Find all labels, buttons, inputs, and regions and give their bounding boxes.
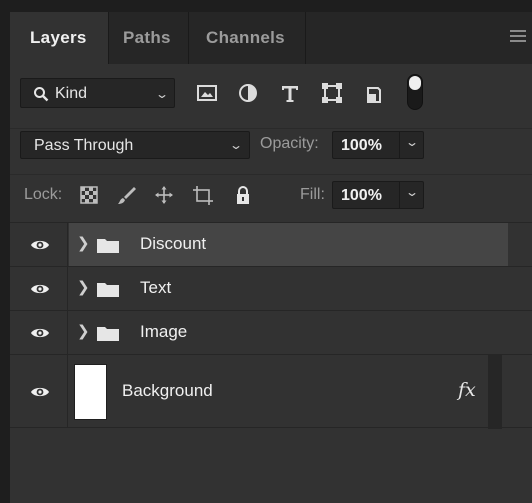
type-filter-icon[interactable] — [278, 82, 302, 104]
lock-image-pixels-icon[interactable] — [116, 185, 138, 205]
shape-filter-icon[interactable] — [320, 82, 344, 104]
tab-layers[interactable]: Layers — [10, 12, 108, 64]
image-filter-icon[interactable] — [195, 82, 219, 104]
layer-row-text[interactable]: ❯ Text — [10, 266, 532, 310]
panel-menu-icon[interactable] — [510, 30, 526, 44]
layers-panel: Layers Paths Channels Kind ⌄ Pass Throug… — [10, 12, 532, 503]
layer-name[interactable]: Text — [140, 278, 171, 298]
lock-all-icon[interactable] — [232, 185, 254, 205]
blend-mode-label: Pass Through — [34, 137, 134, 154]
opacity-value: 100% — [341, 137, 382, 154]
expand-caret-icon[interactable]: ❯ — [77, 234, 90, 252]
filter-toggle[interactable] — [407, 74, 423, 110]
expand-caret-icon[interactable]: ❯ — [77, 322, 90, 340]
layer-thumbnail[interactable] — [74, 364, 107, 420]
expand-caret-icon[interactable]: ❯ — [77, 278, 90, 296]
fill-label: Fill: — [300, 186, 325, 203]
opacity-dropdown[interactable]: ⌄ — [399, 132, 423, 158]
eye-icon[interactable] — [30, 282, 50, 296]
layer-effects-icon[interactable]: fx — [458, 379, 476, 401]
opacity-input[interactable]: 100% ⌄ — [332, 131, 424, 159]
layer-row-background[interactable]: Background fx ⌄ — [10, 354, 532, 429]
eye-icon[interactable] — [30, 238, 50, 252]
filter-kind-label: Kind — [55, 85, 88, 102]
lock-row: Lock: Fill: 100% ⌄ — [10, 174, 532, 214]
visibility-cell[interactable] — [10, 223, 68, 266]
eye-icon[interactable] — [30, 326, 50, 340]
filter-kind-select[interactable]: Kind ⌄ — [20, 78, 175, 108]
chevron-down-icon: ⌄ — [154, 87, 170, 101]
scrollbar[interactable] — [488, 355, 502, 429]
fill-input[interactable]: 100% ⌄ — [332, 181, 424, 209]
layer-name[interactable]: Image — [140, 322, 187, 342]
lock-transparent-pixels-icon[interactable] — [78, 185, 100, 205]
tab-channels[interactable]: Channels — [188, 12, 306, 64]
search-icon — [34, 87, 49, 102]
lock-position-icon[interactable] — [153, 185, 175, 205]
layer-row-discount[interactable]: ❯ Discount — [10, 222, 532, 267]
visibility-cell[interactable] — [10, 267, 68, 310]
fill-value: 100% — [341, 187, 382, 204]
adjustment-filter-icon[interactable] — [236, 82, 260, 104]
eye-icon[interactable] — [30, 385, 50, 399]
blend-row: Pass Through ⌄ Opacity: 100% ⌄ — [10, 128, 532, 164]
tab-paths[interactable]: Paths — [108, 12, 188, 64]
lock-label: Lock: — [24, 186, 63, 203]
visibility-cell[interactable] — [10, 311, 68, 354]
layer-row-image[interactable]: ❯ Image — [10, 310, 532, 354]
fill-dropdown[interactable]: ⌄ — [399, 182, 423, 208]
smart-object-filter-icon[interactable] — [362, 82, 386, 104]
folder-icon — [97, 283, 119, 297]
layer-name[interactable]: Discount — [140, 234, 206, 254]
panel-tab-bar: Layers Paths Channels — [10, 12, 532, 64]
chevron-down-icon: ⌄ — [404, 185, 420, 199]
blend-mode-select[interactable]: Pass Through ⌄ — [20, 131, 250, 159]
folder-icon — [97, 239, 119, 253]
folder-icon — [97, 327, 119, 341]
visibility-cell[interactable] — [10, 355, 68, 427]
opacity-label: Opacity: — [260, 135, 319, 152]
filter-row: Kind ⌄ — [10, 74, 532, 112]
chevron-down-icon: ⌄ — [228, 138, 244, 152]
chevron-down-icon: ⌄ — [404, 135, 420, 149]
lock-artboard-icon[interactable] — [192, 185, 214, 205]
layer-name[interactable]: Background — [122, 381, 213, 401]
layer-selection-highlight — [69, 223, 508, 267]
